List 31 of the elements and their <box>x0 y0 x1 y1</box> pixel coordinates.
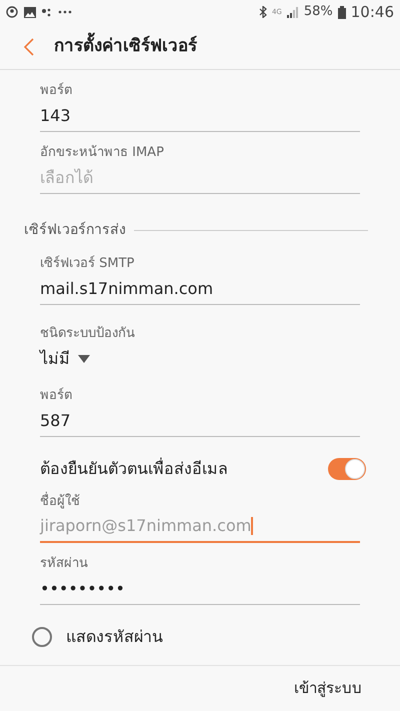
field-label: ชนิดระบบป้องกัน <box>40 325 135 343</box>
toggle-label: ต้องยืนยันตัวตนเพื่อส่งอีเมล <box>40 457 228 480</box>
input-field[interactable]: mail.s17nimman.com <box>40 273 360 305</box>
more-icon <box>58 10 72 14</box>
page-title: การตั้งค่าเซิร์ฟเวอร์ <box>54 34 197 60</box>
input-field[interactable]: ••••••••• <box>40 573 360 605</box>
battery-icon <box>338 6 346 18</box>
field-label: ชื่อผู้ใช้ <box>40 493 80 511</box>
field-label: เซิร์ฟเวอร์ SMTP <box>40 255 134 273</box>
clock: 10:46 <box>350 2 394 23</box>
image-icon <box>24 6 36 18</box>
input-field[interactable]: 143 <box>40 100 360 132</box>
login-button[interactable]: เข้าสู่ระบบ <box>286 673 370 704</box>
field-label: รหัสผ่าน <box>40 555 88 573</box>
caret-icon <box>78 355 90 363</box>
battery-percent: 58% <box>304 3 333 22</box>
input-field[interactable]: 587 <box>40 405 360 437</box>
toggle-switch[interactable] <box>328 458 366 480</box>
radio-label: แสดงรหัสผ่าน <box>66 626 163 648</box>
back-icon <box>24 38 34 56</box>
bluetooth-icon <box>258 6 267 18</box>
signal-icon <box>286 6 299 18</box>
field-label: พอร์ต <box>40 387 72 405</box>
account-icon <box>6 6 18 18</box>
section-heading: เซิร์ฟเวอร์การส่ง <box>24 220 126 240</box>
security-dropdown[interactable]: ไม่มี <box>40 343 90 375</box>
field-label: อักขระหน้าพาธ IMAP <box>40 144 164 162</box>
dots-icon <box>42 7 52 17</box>
text-cursor-icon <box>251 517 254 535</box>
field-label: พอร์ต <box>40 82 72 100</box>
radio-button[interactable] <box>32 627 52 647</box>
